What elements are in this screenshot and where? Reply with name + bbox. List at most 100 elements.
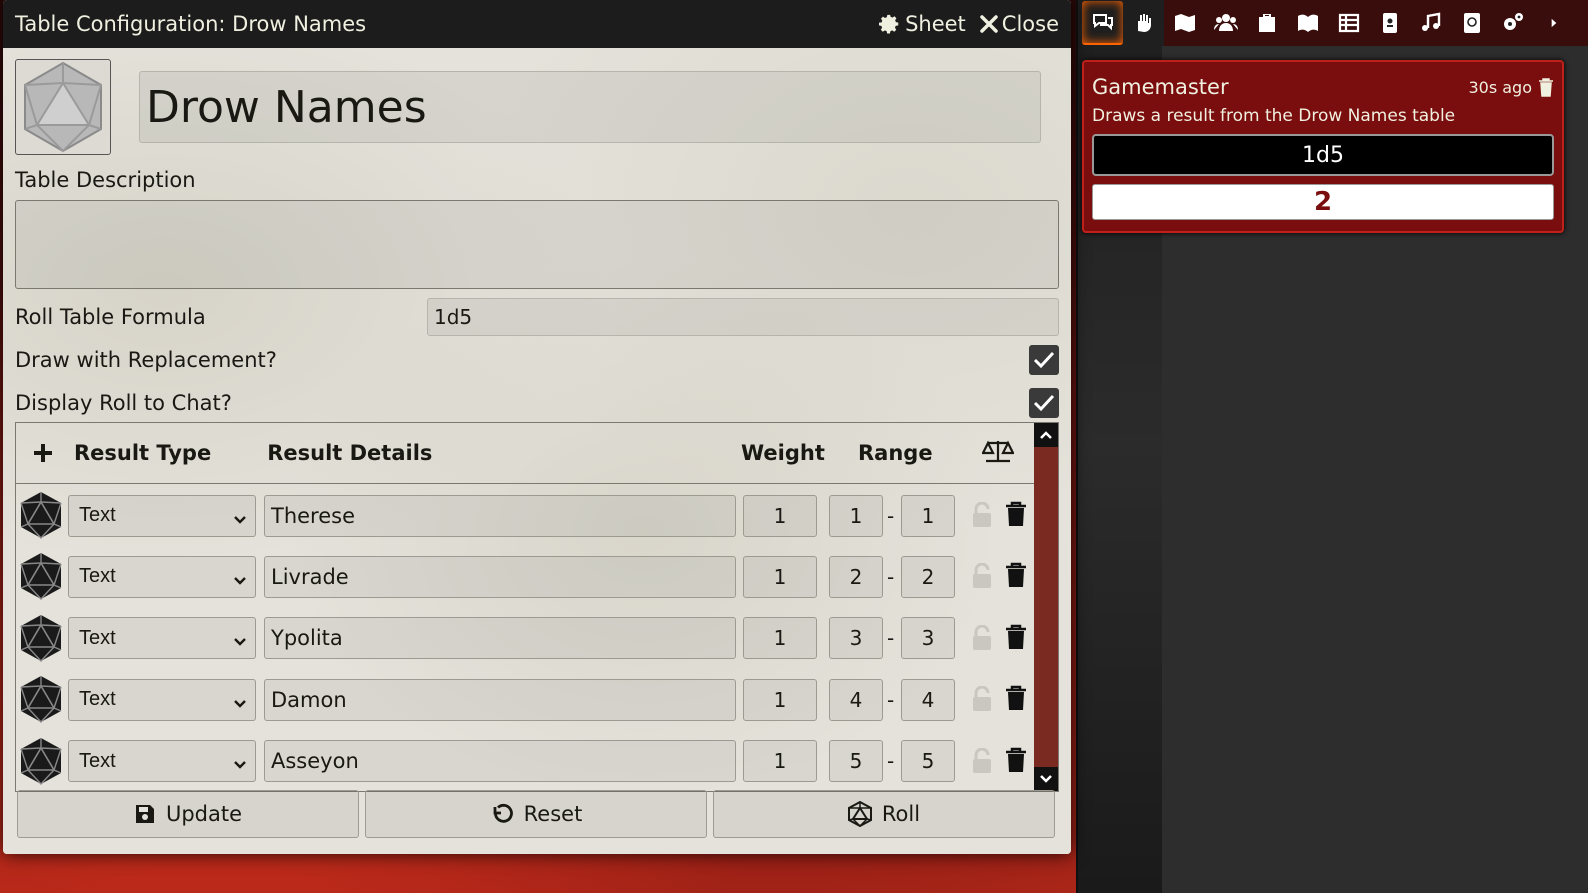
add-result-button[interactable] — [32, 442, 58, 464]
range-low-input[interactable]: 4 — [829, 678, 883, 721]
normalize-button[interactable] — [981, 439, 1015, 470]
tab-scenes[interactable] — [1164, 1, 1205, 45]
tab-compendium[interactable] — [1451, 1, 1492, 45]
sidebar-tabs — [1078, 0, 1588, 46]
unlock-icon — [973, 624, 991, 650]
d20-icon — [20, 553, 62, 601]
range-header: Range — [858, 441, 933, 465]
settings-icon — [1503, 13, 1523, 30]
balance-scale-icon — [981, 440, 1015, 463]
results-scrollbar[interactable] — [1034, 423, 1058, 791]
range-low-input[interactable]: 5 — [829, 740, 883, 783]
result-image[interactable] — [19, 675, 63, 727]
range-high-input[interactable]: 4 — [901, 678, 955, 721]
lock-result-button[interactable] — [971, 747, 993, 778]
result-detail-input[interactable]: Asseyon — [264, 740, 736, 783]
delete-result-button[interactable] — [1005, 624, 1027, 654]
weight-input[interactable]: 1 — [743, 740, 817, 783]
result-type-value: Text — [79, 688, 116, 711]
window-title: Table Configuration: Drow Names — [15, 12, 367, 36]
trash-icon — [1006, 747, 1026, 772]
weight-input[interactable]: 1 — [743, 494, 817, 537]
message-sender: Gamemaster — [1092, 75, 1229, 99]
chevron-down-icon — [233, 630, 247, 653]
result-detail-input[interactable]: Livrade — [264, 555, 736, 598]
chevron-down-icon — [233, 753, 247, 776]
tab-combat[interactable] — [1123, 1, 1164, 45]
range-separator: - — [887, 626, 895, 651]
chat-icon — [1092, 14, 1113, 31]
delete-result-button[interactable] — [1005, 747, 1027, 777]
lock-result-button[interactable] — [971, 624, 993, 655]
cards-icon — [1382, 13, 1397, 33]
d20-icon — [20, 614, 62, 662]
trash-icon[interactable] — [1538, 77, 1554, 97]
scroll-up-button[interactable] — [1034, 423, 1058, 447]
message-flavor: Draws a result from the Drow Names table — [1092, 106, 1456, 126]
tables-icon — [1338, 13, 1359, 33]
result-details-header: Result Details — [267, 441, 433, 465]
chevron-down-icon — [233, 569, 247, 592]
result-type-select[interactable]: Text — [68, 555, 256, 598]
description-field[interactable] — [15, 200, 1059, 289]
display-roll-checkbox[interactable] — [1029, 387, 1059, 418]
update-button[interactable]: Update — [17, 790, 359, 838]
range-high-input[interactable]: 1 — [901, 494, 955, 537]
tab-chat[interactable] — [1082, 1, 1123, 45]
message-timestamp: 30s ago — [1468, 77, 1532, 97]
result-type-select[interactable]: Text — [68, 678, 256, 721]
result-image[interactable] — [19, 614, 63, 666]
roll-button[interactable]: Roll — [713, 790, 1055, 838]
close-button[interactable]: Close — [980, 12, 1059, 36]
range-low-input[interactable]: 2 — [829, 555, 883, 598]
formula-input[interactable]: 1d5 — [427, 297, 1059, 336]
result-detail-input[interactable]: Damon — [264, 678, 736, 721]
result-type-select[interactable]: Text — [68, 494, 256, 537]
table-image[interactable] — [15, 59, 111, 155]
result-image[interactable] — [19, 552, 63, 604]
tab-settings[interactable] — [1492, 1, 1533, 45]
trash-icon — [1006, 624, 1026, 649]
tab-tables[interactable] — [1328, 1, 1369, 45]
delete-result-button[interactable] — [1005, 562, 1027, 592]
tab-items[interactable] — [1246, 1, 1287, 45]
tab-actors[interactable] — [1205, 1, 1246, 45]
sheet-button[interactable]: Sheet — [879, 12, 966, 36]
tab-playlists[interactable] — [1410, 1, 1451, 45]
delete-result-button[interactable] — [1005, 685, 1027, 715]
result-row: Text Livrade 1 2-2 — [16, 546, 1032, 607]
tab-collapse[interactable] — [1533, 1, 1574, 45]
window-header[interactable]: Table Configuration: Drow Names Sheet Cl… — [3, 0, 1071, 48]
gear-icon — [879, 14, 899, 34]
roll-formula[interactable]: 1d5 — [1092, 134, 1554, 176]
lock-result-button[interactable] — [971, 501, 993, 532]
weight-input[interactable]: 1 — [743, 555, 817, 598]
result-row: Text Ypolita 1 3-3 — [16, 608, 1032, 669]
range-high-input[interactable]: 2 — [901, 555, 955, 598]
result-image[interactable] — [19, 491, 63, 543]
tab-journal[interactable] — [1287, 1, 1328, 45]
tab-cards[interactable] — [1369, 1, 1410, 45]
table-name-input[interactable]: Drow Names — [139, 71, 1041, 143]
delete-result-button[interactable] — [1005, 501, 1027, 531]
range-low-input[interactable]: 3 — [829, 617, 883, 660]
range-high-input[interactable]: 5 — [901, 740, 955, 783]
results-table: Result Type Result Details Weight Range … — [15, 422, 1059, 792]
actors-icon — [1213, 14, 1238, 31]
result-detail-input[interactable]: Therese — [264, 494, 736, 537]
replacement-checkbox[interactable] — [1029, 344, 1059, 375]
result-type-select[interactable]: Text — [68, 740, 256, 783]
unlock-icon — [973, 685, 991, 712]
range-low-input[interactable]: 1 — [829, 494, 883, 537]
range-high-input[interactable]: 3 — [901, 617, 955, 660]
result-detail-input[interactable]: Ypolita — [264, 617, 736, 660]
weight-input[interactable]: 1 — [743, 678, 817, 721]
lock-result-button[interactable] — [971, 562, 993, 593]
lock-result-button[interactable] — [971, 685, 993, 716]
reset-button[interactable]: Reset — [365, 790, 707, 838]
result-type-select[interactable]: Text — [68, 617, 256, 660]
formula-label: Roll Table Formula — [15, 304, 206, 329]
weight-input[interactable]: 1 — [743, 617, 817, 660]
result-image[interactable] — [19, 737, 63, 789]
scroll-down-button[interactable] — [1034, 767, 1058, 791]
